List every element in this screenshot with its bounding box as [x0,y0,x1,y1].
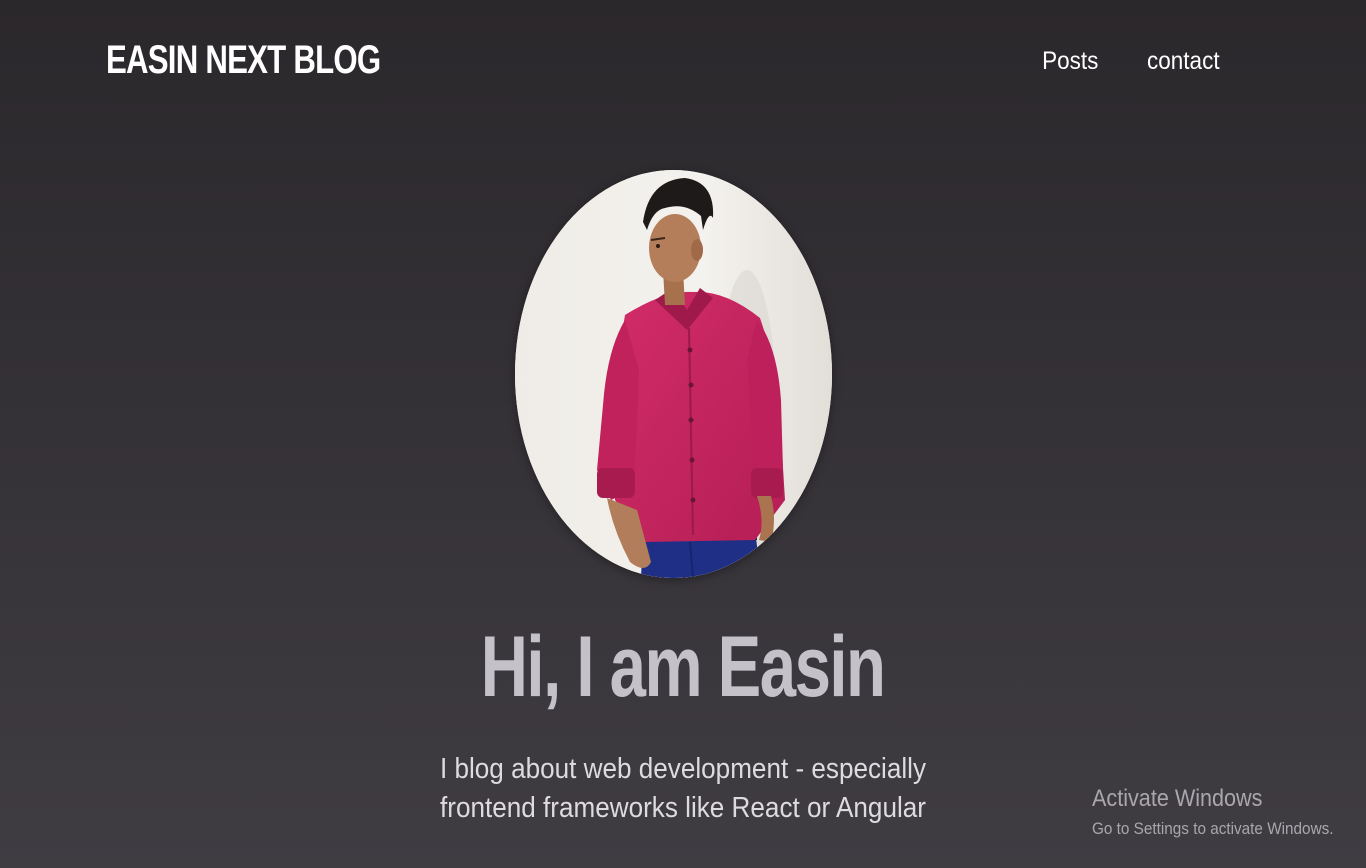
hero-title-text: Hi, I am Easin [481,619,886,715]
site-logo[interactable]: EASIN NEXT BLOG [106,38,381,83]
site-header: EASIN NEXT BLOG Posts contact [0,0,1366,130]
windows-activation-watermark: Activate Windows Go to Settings to activ… [1092,785,1360,839]
profile-avatar [515,170,832,578]
profile-photo-icon [515,170,832,578]
hero-title: Hi, I am Easin [0,618,1366,717]
watermark-title: Activate Windows [1092,785,1263,812]
main-nav: Posts contact [1039,47,1224,76]
nav-link-posts[interactable]: Posts [1042,47,1098,76]
hero-subtitle-text: I blog about web development - especiall… [439,753,927,824]
watermark-subtitle: Go to Settings to activate Windows. [1092,819,1334,838]
nav-link-contact[interactable]: contact [1147,47,1220,76]
